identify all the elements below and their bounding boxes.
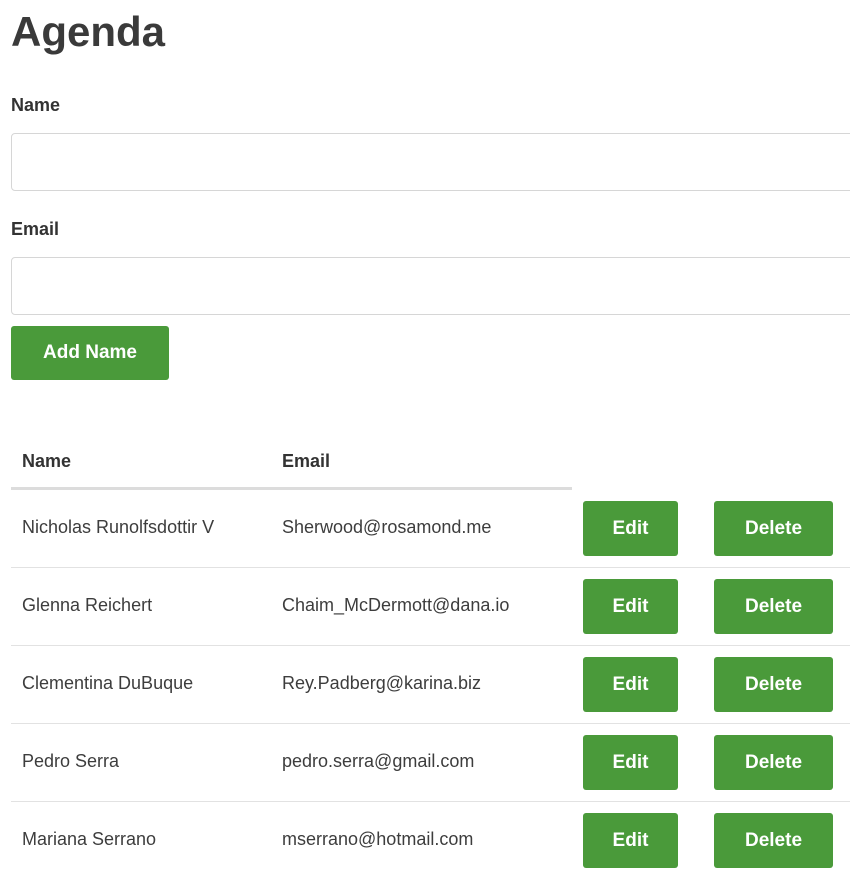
row-email: Chaim_McDermott@dana.io: [282, 595, 510, 615]
delete-button[interactable]: Delete: [714, 813, 833, 868]
edit-button[interactable]: Edit: [583, 813, 678, 868]
name-input[interactable]: [11, 133, 850, 191]
column-header-email: Email: [282, 451, 331, 471]
edit-button[interactable]: Edit: [583, 579, 678, 634]
table-row: Pedro Serra pedro.serra@gmail.com Edit D…: [11, 724, 850, 802]
delete-button[interactable]: Delete: [714, 579, 833, 634]
column-header-name: Name: [22, 451, 72, 471]
delete-button[interactable]: Delete: [714, 735, 833, 790]
add-name-button[interactable]: Add Name: [11, 326, 169, 380]
row-name: Pedro Serra: [22, 751, 120, 771]
email-label: Email: [11, 219, 60, 239]
table-row: Nicholas Runolfsdottir V Sherwood@rosamo…: [11, 490, 850, 568]
row-name: Clementina DuBuque: [22, 673, 194, 693]
delete-button[interactable]: Delete: [714, 501, 833, 556]
edit-button[interactable]: Edit: [583, 735, 678, 790]
edit-button[interactable]: Edit: [583, 501, 678, 556]
row-email: Sherwood@rosamond.me: [282, 517, 492, 537]
edit-button[interactable]: Edit: [583, 657, 678, 712]
row-name: Nicholas Runolfsdottir V: [22, 517, 215, 537]
table-row: Glenna Reichert Chaim_McDermott@dana.io …: [11, 568, 850, 646]
row-name: Mariana Serrano: [22, 829, 157, 849]
name-label: Name: [11, 95, 61, 115]
row-email: pedro.serra@gmail.com: [282, 751, 475, 771]
agenda-page: Agenda Name Email Add Name Name Email Ni…: [0, 0, 850, 873]
delete-button[interactable]: Delete: [714, 657, 833, 712]
row-email: Rey.Padberg@karina.biz: [282, 673, 482, 693]
email-input[interactable]: [11, 257, 850, 315]
page-title: Agenda: [11, 8, 166, 55]
table-row: Mariana Serrano mserrano@hotmail.com Edi…: [11, 802, 850, 873]
table-row: Clementina DuBuque Rey.Padberg@karina.bi…: [11, 646, 850, 724]
row-email: mserrano@hotmail.com: [282, 829, 474, 849]
row-name: Glenna Reichert: [22, 595, 153, 615]
